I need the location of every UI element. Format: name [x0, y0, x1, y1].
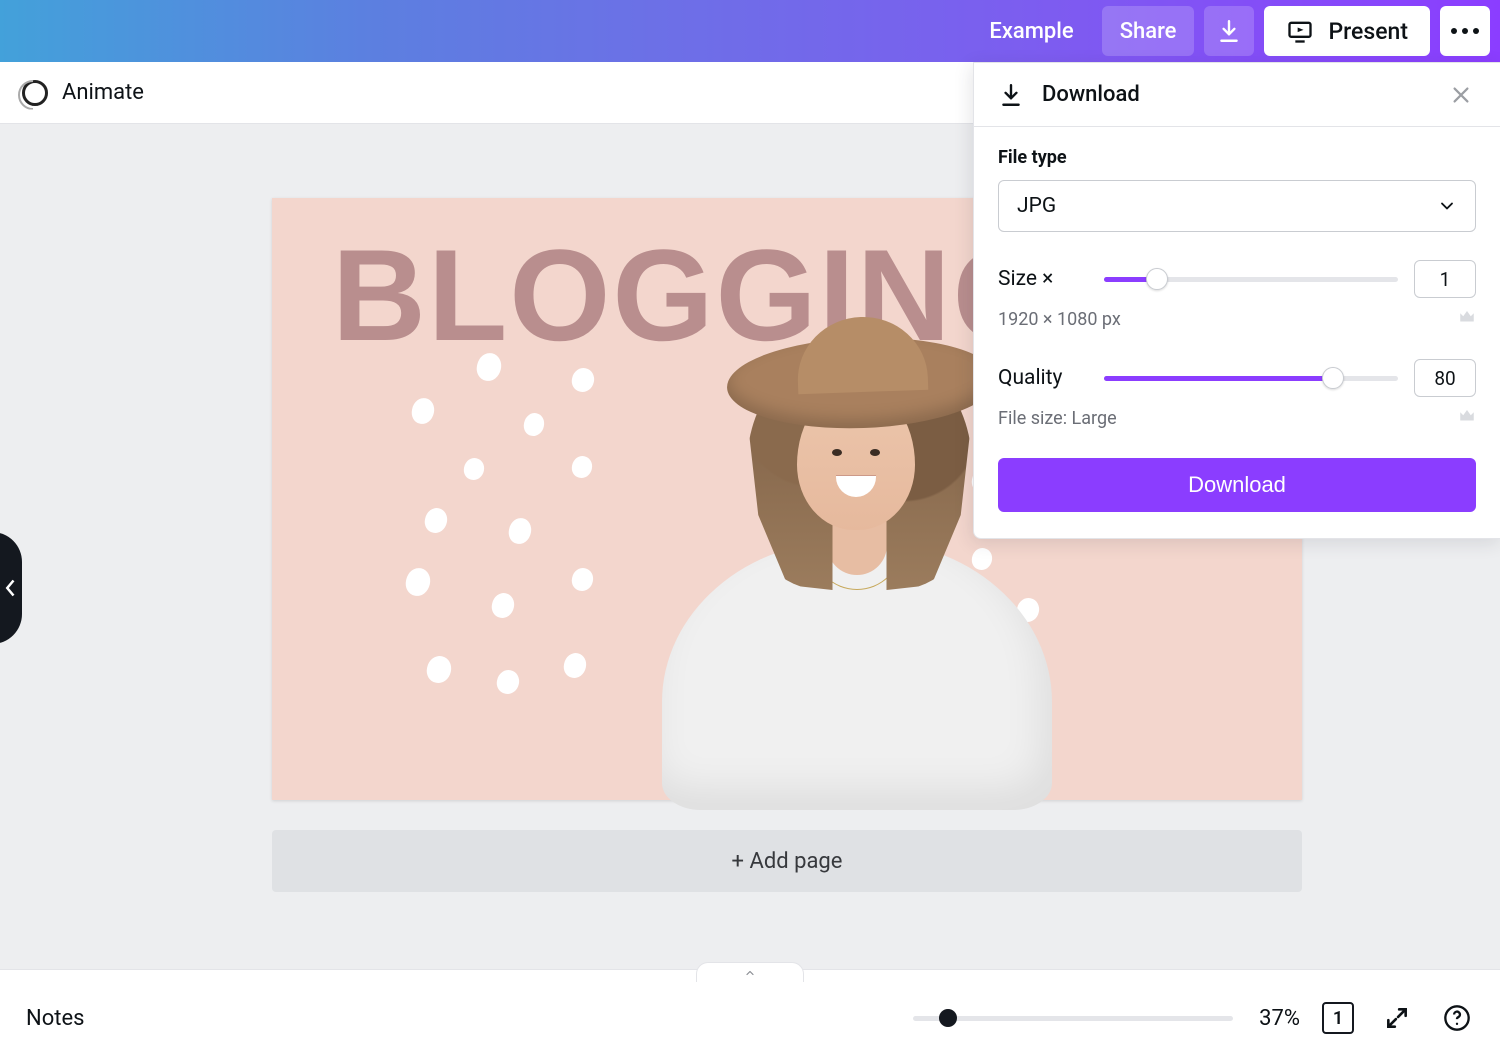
crown-icon	[1458, 407, 1476, 430]
download-icon	[1216, 18, 1242, 44]
more-menu-button[interactable]	[1440, 6, 1490, 56]
animate-button[interactable]: Animate	[62, 80, 144, 105]
close-icon	[1450, 84, 1472, 106]
top-header-bar: Example Share Present	[0, 0, 1500, 62]
page-count: 1	[1322, 1002, 1354, 1034]
side-panel-toggle[interactable]	[0, 532, 22, 644]
animate-icon	[22, 80, 48, 106]
help-button[interactable]	[1440, 1001, 1474, 1035]
chevron-left-icon	[4, 578, 18, 598]
page-count-button[interactable]: 1	[1322, 1002, 1354, 1034]
chevron-up-icon	[742, 967, 758, 979]
add-page-label: + Add page	[732, 849, 843, 874]
file-type-select[interactable]: JPG	[998, 180, 1476, 232]
zoom-slider[interactable]	[913, 1006, 1233, 1030]
fullscreen-icon	[1384, 1005, 1410, 1031]
download-panel: Download File type JPG Size × 1 1920 × 1…	[973, 62, 1500, 539]
help-icon	[1443, 1004, 1471, 1032]
fullscreen-button[interactable]	[1380, 1001, 1414, 1035]
zoom-label: 37%	[1259, 1006, 1300, 1031]
footer-pull-tab[interactable]	[0, 969, 1500, 985]
size-label: Size ×	[998, 267, 1088, 291]
download-icon	[998, 82, 1024, 108]
quality-slider[interactable]	[1104, 365, 1398, 391]
present-label: Present	[1328, 18, 1408, 45]
notes-button[interactable]: Notes	[26, 1006, 84, 1031]
project-name[interactable]: Example	[971, 6, 1091, 56]
footer-bar: Notes 37% 1	[0, 985, 1500, 1051]
size-input[interactable]: 1	[1414, 260, 1476, 298]
close-panel-button[interactable]	[1446, 80, 1476, 110]
crown-icon	[1458, 308, 1476, 331]
present-button[interactable]: Present	[1264, 6, 1430, 56]
download-icon-button[interactable]	[1204, 6, 1254, 56]
chevron-down-icon	[1437, 196, 1457, 216]
download-panel-title: Download	[1042, 82, 1140, 107]
file-size-note: File size: Large	[998, 408, 1117, 429]
more-icon	[1451, 28, 1479, 34]
quality-label: Quality	[998, 366, 1088, 390]
download-button[interactable]: Download	[998, 458, 1476, 512]
download-panel-header: Download	[974, 63, 1500, 127]
share-button[interactable]: Share	[1102, 6, 1195, 56]
file-type-value: JPG	[1017, 194, 1056, 218]
quality-input[interactable]: 80	[1414, 359, 1476, 397]
file-type-label: File type	[998, 147, 1476, 168]
dimensions-hint: 1920 × 1080 px	[998, 309, 1121, 330]
add-page-button[interactable]: + Add page	[272, 830, 1302, 892]
size-slider[interactable]	[1104, 266, 1398, 292]
present-icon	[1286, 17, 1314, 45]
